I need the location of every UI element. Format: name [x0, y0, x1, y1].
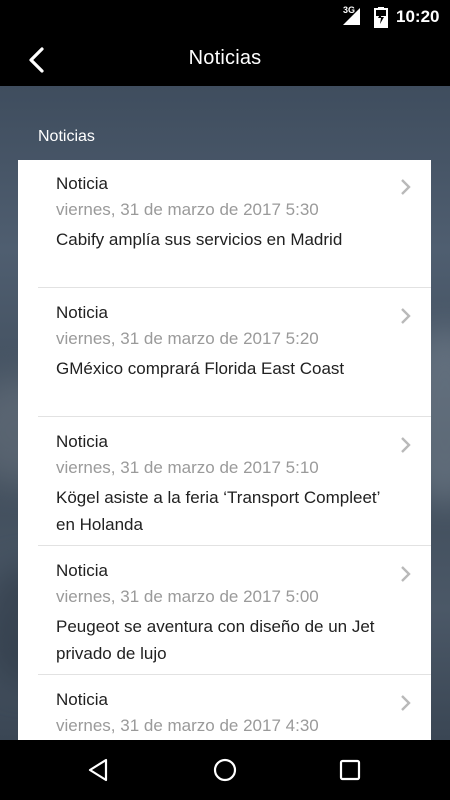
clock: 10:20 — [396, 7, 440, 26]
list-item[interactable]: Noticia viernes, 31 de marzo de 2017 5:1… — [18, 418, 431, 546]
news-category: Noticia — [56, 303, 108, 322]
page-title: Noticias — [188, 47, 262, 69]
home-circle-icon[interactable] — [212, 757, 238, 783]
news-content[interactable]: Noticias Noticia viernes, 31 de marzo de… — [0, 86, 450, 740]
divider — [38, 674, 431, 675]
news-category: Noticia — [56, 690, 108, 709]
chevron-right-icon — [401, 437, 411, 453]
app-bar: Noticias — [0, 33, 450, 86]
recents-square-icon[interactable] — [337, 757, 363, 783]
chevron-right-icon — [401, 308, 411, 324]
navigation-bar — [0, 740, 450, 800]
news-headline: Cabify amplía sus servicios en Madrid — [56, 230, 343, 249]
news-category: Noticia — [56, 432, 108, 451]
status-bar: 3G 10:20 — [0, 0, 450, 33]
divider — [38, 545, 431, 546]
news-headline: Kögel asiste a la feria ‘Transport Compl… — [56, 488, 380, 534]
list-item[interactable]: Noticia viernes, 31 de marzo de 2017 4:3… — [18, 676, 431, 740]
news-date: viernes, 31 de marzo de 2017 5:00 — [56, 587, 319, 606]
list-item[interactable]: Noticia viernes, 31 de marzo de 2017 5:0… — [18, 547, 431, 675]
back-triangle-icon[interactable] — [86, 757, 112, 783]
section-title: Noticias — [38, 128, 95, 145]
news-date: viernes, 31 de marzo de 2017 4:30 — [56, 716, 319, 735]
battery-icon — [374, 7, 388, 28]
news-category: Noticia — [56, 561, 108, 580]
news-date: viernes, 31 de marzo de 2017 5:10 — [56, 458, 319, 477]
divider — [38, 287, 431, 288]
news-headline: GMéxico comprará Florida East Coast — [56, 359, 345, 378]
news-date: viernes, 31 de marzo de 2017 5:20 — [56, 329, 319, 348]
network-type: 3G — [343, 5, 356, 15]
news-date: viernes, 31 de marzo de 2017 5:30 — [56, 200, 319, 219]
chevron-right-icon — [401, 566, 411, 582]
news-category: Noticia — [56, 174, 108, 193]
list-item[interactable]: Noticia viernes, 31 de marzo de 2017 5:3… — [18, 160, 431, 288]
list-item[interactable]: Noticia viernes, 31 de marzo de 2017 5:2… — [18, 289, 431, 417]
divider — [38, 416, 431, 417]
chevron-right-icon — [401, 695, 411, 711]
news-list[interactable]: Noticia viernes, 31 de marzo de 2017 5:3… — [18, 160, 431, 740]
news-headline: Peugeot se aventura con diseño de un Jet… — [56, 617, 375, 663]
chevron-right-icon — [401, 179, 411, 195]
